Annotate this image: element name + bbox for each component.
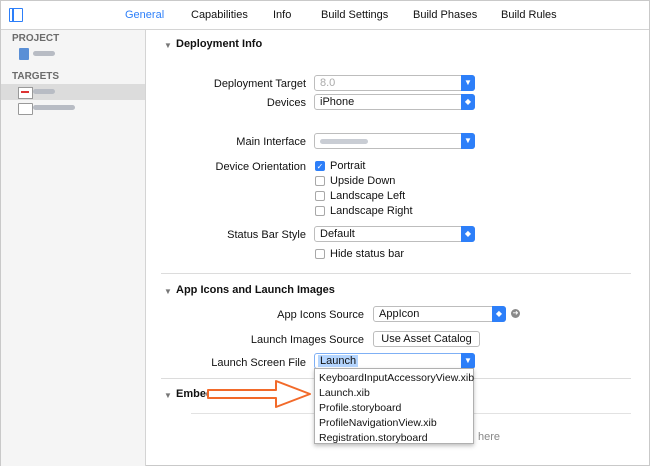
tab-capabilities[interactable]: Capabilities	[191, 9, 248, 21]
test-target-icon	[18, 103, 33, 115]
annotation-arrow-icon	[207, 380, 311, 408]
dropdown-option[interactable]: KeyboardInputAccessoryView.xib	[319, 372, 474, 384]
landscape-right-checkbox[interactable]	[315, 206, 325, 216]
portrait-label: Portrait	[330, 160, 366, 172]
app-icons-source-select[interactable]: AppIcon ◆	[373, 306, 506, 322]
main-interface-label: Main Interface	[236, 136, 306, 148]
landscape-right-label: Landscape Right	[330, 205, 413, 217]
tab-build-settings[interactable]: Build Settings	[321, 9, 388, 21]
launch-images-source-label: Launch Images Source	[250, 334, 364, 346]
sidebar-project-item[interactable]	[1, 46, 145, 62]
launch-screen-file-label: Launch Screen File	[211, 357, 306, 369]
dropdown-option[interactable]: Profile.storyboard	[319, 402, 401, 414]
upside-down-label: Upside Down	[330, 175, 396, 187]
main-interface-value-redacted	[320, 139, 368, 144]
chevron-down-icon: ▼	[461, 75, 475, 91]
landscape-left-label: Landscape Left	[330, 190, 406, 202]
launch-screen-file-combo[interactable]: Launch ▼	[314, 353, 475, 369]
embedded-binaries-hint: here	[478, 431, 501, 443]
updown-arrows-icon: ◆	[461, 94, 475, 110]
app-target-name-redacted	[33, 89, 55, 94]
tab-info[interactable]: Info	[273, 9, 291, 21]
hide-status-bar-checkbox[interactable]	[315, 249, 325, 259]
chevron-down-icon[interactable]: ▼	[461, 353, 475, 369]
deployment-target-label: Deployment Target	[213, 78, 306, 90]
targets-sidebar: PROJECT TARGETS	[1, 30, 146, 466]
targets-heading: TARGETS	[12, 71, 60, 82]
app-target-icon	[18, 87, 33, 99]
show-navigator-icon[interactable]	[9, 8, 23, 22]
upside-down-checkbox[interactable]	[315, 176, 325, 186]
dropdown-option[interactable]: ProfileNavigationView.xib	[319, 417, 437, 429]
tab-general[interactable]: General	[125, 9, 164, 21]
project-name-redacted	[33, 51, 55, 56]
launch-screen-file-dropdown: KeyboardInputAccessoryView.xib Launch.xi…	[314, 368, 474, 444]
device-orientation-label: Device Orientation	[215, 161, 307, 173]
app-icons-section-title: App Icons and Launch Images	[176, 284, 335, 296]
sidebar-target-app[interactable]	[1, 84, 145, 100]
editor-tab-bar: General Capabilities Info Build Settings…	[1, 1, 649, 30]
project-editor-window: General Capabilities Info Build Settings…	[0, 0, 650, 466]
chevron-down-icon: ▼	[461, 133, 475, 149]
go-to-arrow-icon[interactable]: ➜	[511, 309, 520, 318]
landscape-left-checkbox[interactable]	[315, 191, 325, 201]
project-heading: PROJECT	[12, 33, 60, 44]
use-asset-catalog-button[interactable]: Use Asset Catalog	[373, 331, 480, 347]
disclosure-triangle-icon[interactable]: ▼	[164, 287, 172, 296]
deployment-info-title: Deployment Info	[176, 38, 263, 50]
project-file-icon	[19, 48, 29, 60]
devices-select[interactable]: iPhone ◆	[314, 94, 475, 110]
devices-value: iPhone	[320, 96, 355, 108]
app-icons-source-label: App Icons Source	[277, 309, 364, 321]
devices-label: Devices	[266, 97, 306, 109]
tab-build-phases[interactable]: Build Phases	[413, 9, 477, 21]
test-target-name-redacted	[33, 105, 75, 110]
disclosure-triangle-icon[interactable]: ▼	[164, 391, 172, 400]
updown-arrows-icon: ◆	[461, 226, 475, 242]
main-interface-select[interactable]: ▼	[314, 133, 475, 149]
sidebar-target-tests[interactable]	[1, 100, 145, 116]
updown-arrows-icon: ◆	[492, 306, 506, 322]
status-bar-style-select[interactable]: Default ◆	[314, 226, 475, 242]
section-divider	[161, 273, 631, 274]
portrait-checkbox[interactable]: ✓	[315, 161, 325, 171]
status-bar-style-label: Status Bar Style	[227, 229, 306, 241]
status-bar-style-value: Default	[320, 228, 355, 240]
tab-build-rules[interactable]: Build Rules	[501, 9, 557, 21]
dropdown-option[interactable]: Registration.storyboard	[319, 432, 428, 444]
deployment-target-value: 8.0	[320, 77, 336, 89]
deployment-target-select[interactable]: 8.0 ▼	[314, 75, 475, 91]
hide-status-bar-label: Hide status bar	[330, 248, 404, 260]
launch-screen-file-value[interactable]: Launch	[318, 355, 359, 367]
dropdown-option[interactable]: Launch.xib	[319, 387, 370, 399]
disclosure-triangle-icon[interactable]: ▼	[164, 41, 172, 50]
app-icons-source-value: AppIcon	[379, 308, 420, 320]
